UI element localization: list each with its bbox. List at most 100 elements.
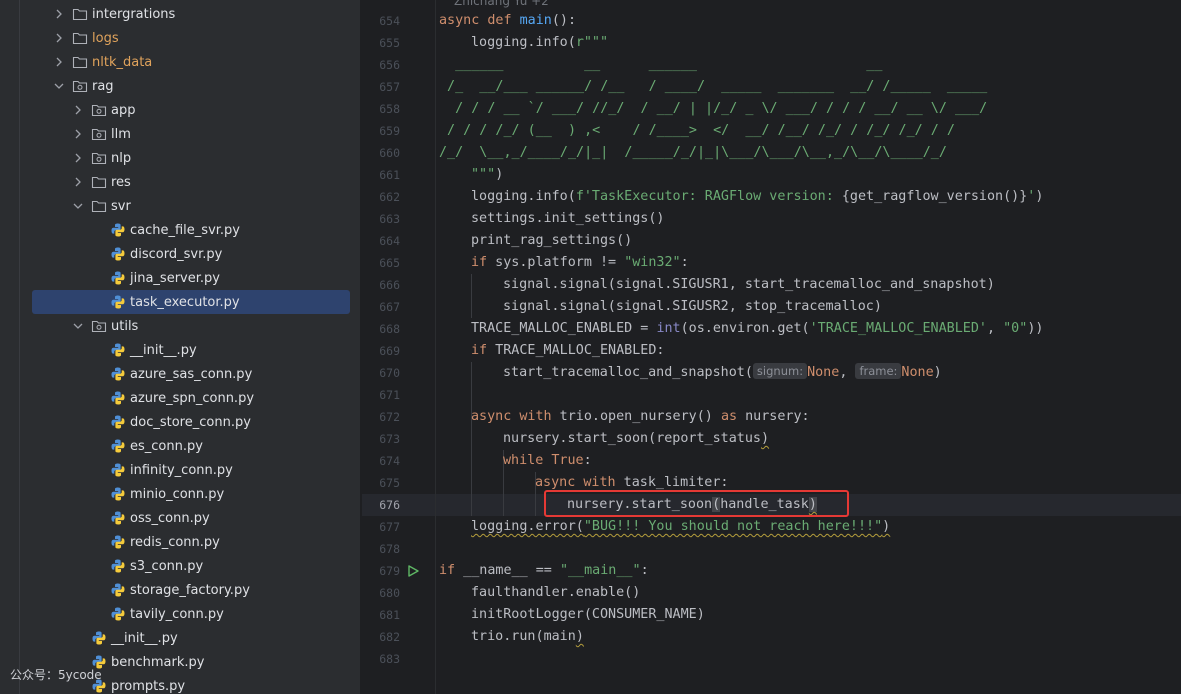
package-folder-icon [91, 150, 107, 166]
watermark-text: 公众号：5ycode [10, 668, 102, 682]
tree-item-label: jina_server.py [130, 270, 220, 286]
tree-item-file[interactable]: jina_server.py [0, 266, 360, 290]
tree-item-task-executor-selected[interactable]: task_executor.py [0, 290, 360, 314]
line-number: 680 [379, 586, 400, 600]
tree-item-file[interactable]: oss_conn.py [0, 506, 360, 530]
parameter-hint: frame: [855, 363, 902, 379]
python-file-icon [110, 486, 126, 502]
python-file-icon [110, 510, 126, 526]
tree-item-file[interactable]: redis_conn.py [0, 530, 360, 554]
chevron-down-icon[interactable] [54, 81, 64, 91]
tree-item-file[interactable]: storage_factory.py [0, 578, 360, 602]
tree-item-label: benchmark.py [111, 654, 205, 670]
package-folder-icon [72, 78, 88, 94]
code-line: / / / __ `/ ___/ //_/ / __/ | |/_/ _ \/ … [439, 101, 988, 116]
project-tree: intergrations logs nltk_data rag app llm… [0, 0, 361, 694]
tree-item-file[interactable]: discord_svr.py [0, 242, 360, 266]
code-editor[interactable]: 654 655 656 657 658 659 660 661 662 663 … [362, 0, 1181, 694]
tree-item-logs[interactable]: logs [0, 26, 360, 50]
tree-item-label: infinity_conn.py [130, 462, 233, 478]
tree-item-label: minio_conn.py [130, 486, 225, 502]
code-line: trio.run(main) [471, 629, 584, 644]
line-number-gutter: 654 655 656 657 658 659 660 661 662 663 … [362, 0, 436, 694]
tree-item-llm[interactable]: llm [0, 122, 360, 146]
tree-item-label: azure_spn_conn.py [130, 390, 255, 406]
tree-item-file[interactable]: infinity_conn.py [0, 458, 360, 482]
tree-item-label: app [111, 102, 136, 118]
tree-item-label: svr [111, 198, 131, 214]
python-file-icon [110, 222, 126, 238]
chevron-right-icon[interactable] [73, 105, 83, 115]
tree-item-label: res [111, 174, 131, 190]
line-number: 664 [379, 234, 400, 248]
chevron-right-icon[interactable] [54, 57, 64, 67]
tree-item-file[interactable]: __init__.py [0, 626, 360, 650]
code-line: if TRACE_MALLOC_ENABLED: [471, 343, 665, 358]
code-line: ______ __ ______ __ [439, 57, 883, 72]
code-line: / / / /_/ (__ ) ,< / /____> </ __/ /__/ … [439, 123, 955, 138]
line-number: 681 [379, 608, 400, 622]
tree-item-label: __init__.py [111, 630, 178, 646]
folder-icon [91, 174, 107, 190]
code-line: nursery.start_soon(report_status) [503, 431, 770, 446]
code-line: async with trio.open_nursery() as nurser… [471, 409, 810, 424]
python-file-icon [110, 270, 126, 286]
chevron-down-icon[interactable] [73, 321, 83, 331]
line-number: 663 [379, 212, 400, 226]
code-line: start_tracemalloc_and_snapshot(signum: No… [503, 363, 942, 380]
code-line: TRACE_MALLOC_ENABLED = int(os.environ.ge… [471, 321, 1044, 336]
python-file-icon [110, 366, 126, 382]
code-line: logging.info(f'TaskExecutor: RAGFlow ver… [471, 189, 1044, 204]
code-line: while True: [503, 453, 592, 468]
line-number: 678 [379, 542, 400, 556]
tree-item-res[interactable]: res [0, 170, 360, 194]
tree-item-label: utils [111, 318, 139, 334]
tree-item-svr[interactable]: svr [0, 194, 360, 218]
tree-item-label: nlp [111, 150, 132, 166]
line-number: 671 [379, 388, 400, 402]
python-file-icon [110, 534, 126, 550]
tree-item-file[interactable]: minio_conn.py [0, 482, 360, 506]
tree-item-label: __init__.py [130, 342, 197, 358]
chevron-right-icon[interactable] [54, 33, 64, 43]
chevron-down-icon[interactable] [73, 201, 83, 211]
tree-item-label: cache_file_svr.py [130, 222, 240, 238]
tree-item-file[interactable]: __init__.py [0, 338, 360, 362]
tree-item-file[interactable]: cache_file_svr.py [0, 218, 360, 242]
python-file-icon [110, 390, 126, 406]
tree-item-label: task_executor.py [130, 294, 240, 310]
tree-item-file[interactable]: es_conn.py [0, 434, 360, 458]
tree-item-label: nltk_data [92, 54, 153, 70]
tree-item-file[interactable]: doc_store_conn.py [0, 410, 360, 434]
chevron-right-icon[interactable] [73, 177, 83, 187]
tree-item-label: s3_conn.py [130, 558, 204, 574]
tree-item-app[interactable]: app [0, 98, 360, 122]
tree-item-file[interactable]: s3_conn.py [0, 554, 360, 578]
tree-item-intergrations[interactable]: intergrations [0, 2, 360, 26]
tree-item-utils[interactable]: utils [0, 314, 360, 338]
chevron-right-icon[interactable] [73, 153, 83, 163]
tree-item-file[interactable]: tavily_conn.py [0, 602, 360, 626]
tree-item-label: oss_conn.py [130, 510, 210, 526]
annotation-highlight-box [544, 490, 849, 517]
code-line: async def main(): [439, 13, 577, 28]
tree-item-file[interactable]: azure_sas_conn.py [0, 362, 360, 386]
tree-item-label: tavily_conn.py [130, 606, 224, 622]
tree-item-nltk-data[interactable]: nltk_data [0, 50, 360, 74]
line-number-current: 676 [379, 498, 400, 512]
run-icon[interactable] [406, 564, 420, 578]
code-line: /_/ \__,_/____/_/|_| /_____/_/|_|\___/\_… [439, 145, 947, 160]
line-number: 665 [379, 256, 400, 270]
python-file-icon [110, 582, 126, 598]
indent-guide [471, 362, 472, 384]
code-line: logging.error("BUG!!! You should not rea… [471, 519, 891, 534]
tree-item-nlp[interactable]: nlp [0, 146, 360, 170]
chevron-right-icon[interactable] [73, 129, 83, 139]
tree-item-label: es_conn.py [130, 438, 203, 454]
tree-item-rag[interactable]: rag [0, 74, 360, 98]
tree-item-label: logs [92, 30, 119, 46]
author-hint[interactable]: Zhichang Yu +2 [454, 0, 549, 8]
chevron-right-icon[interactable] [54, 9, 64, 19]
tree-item-file[interactable]: azure_spn_conn.py [0, 386, 360, 410]
code-line: """) [471, 167, 504, 182]
